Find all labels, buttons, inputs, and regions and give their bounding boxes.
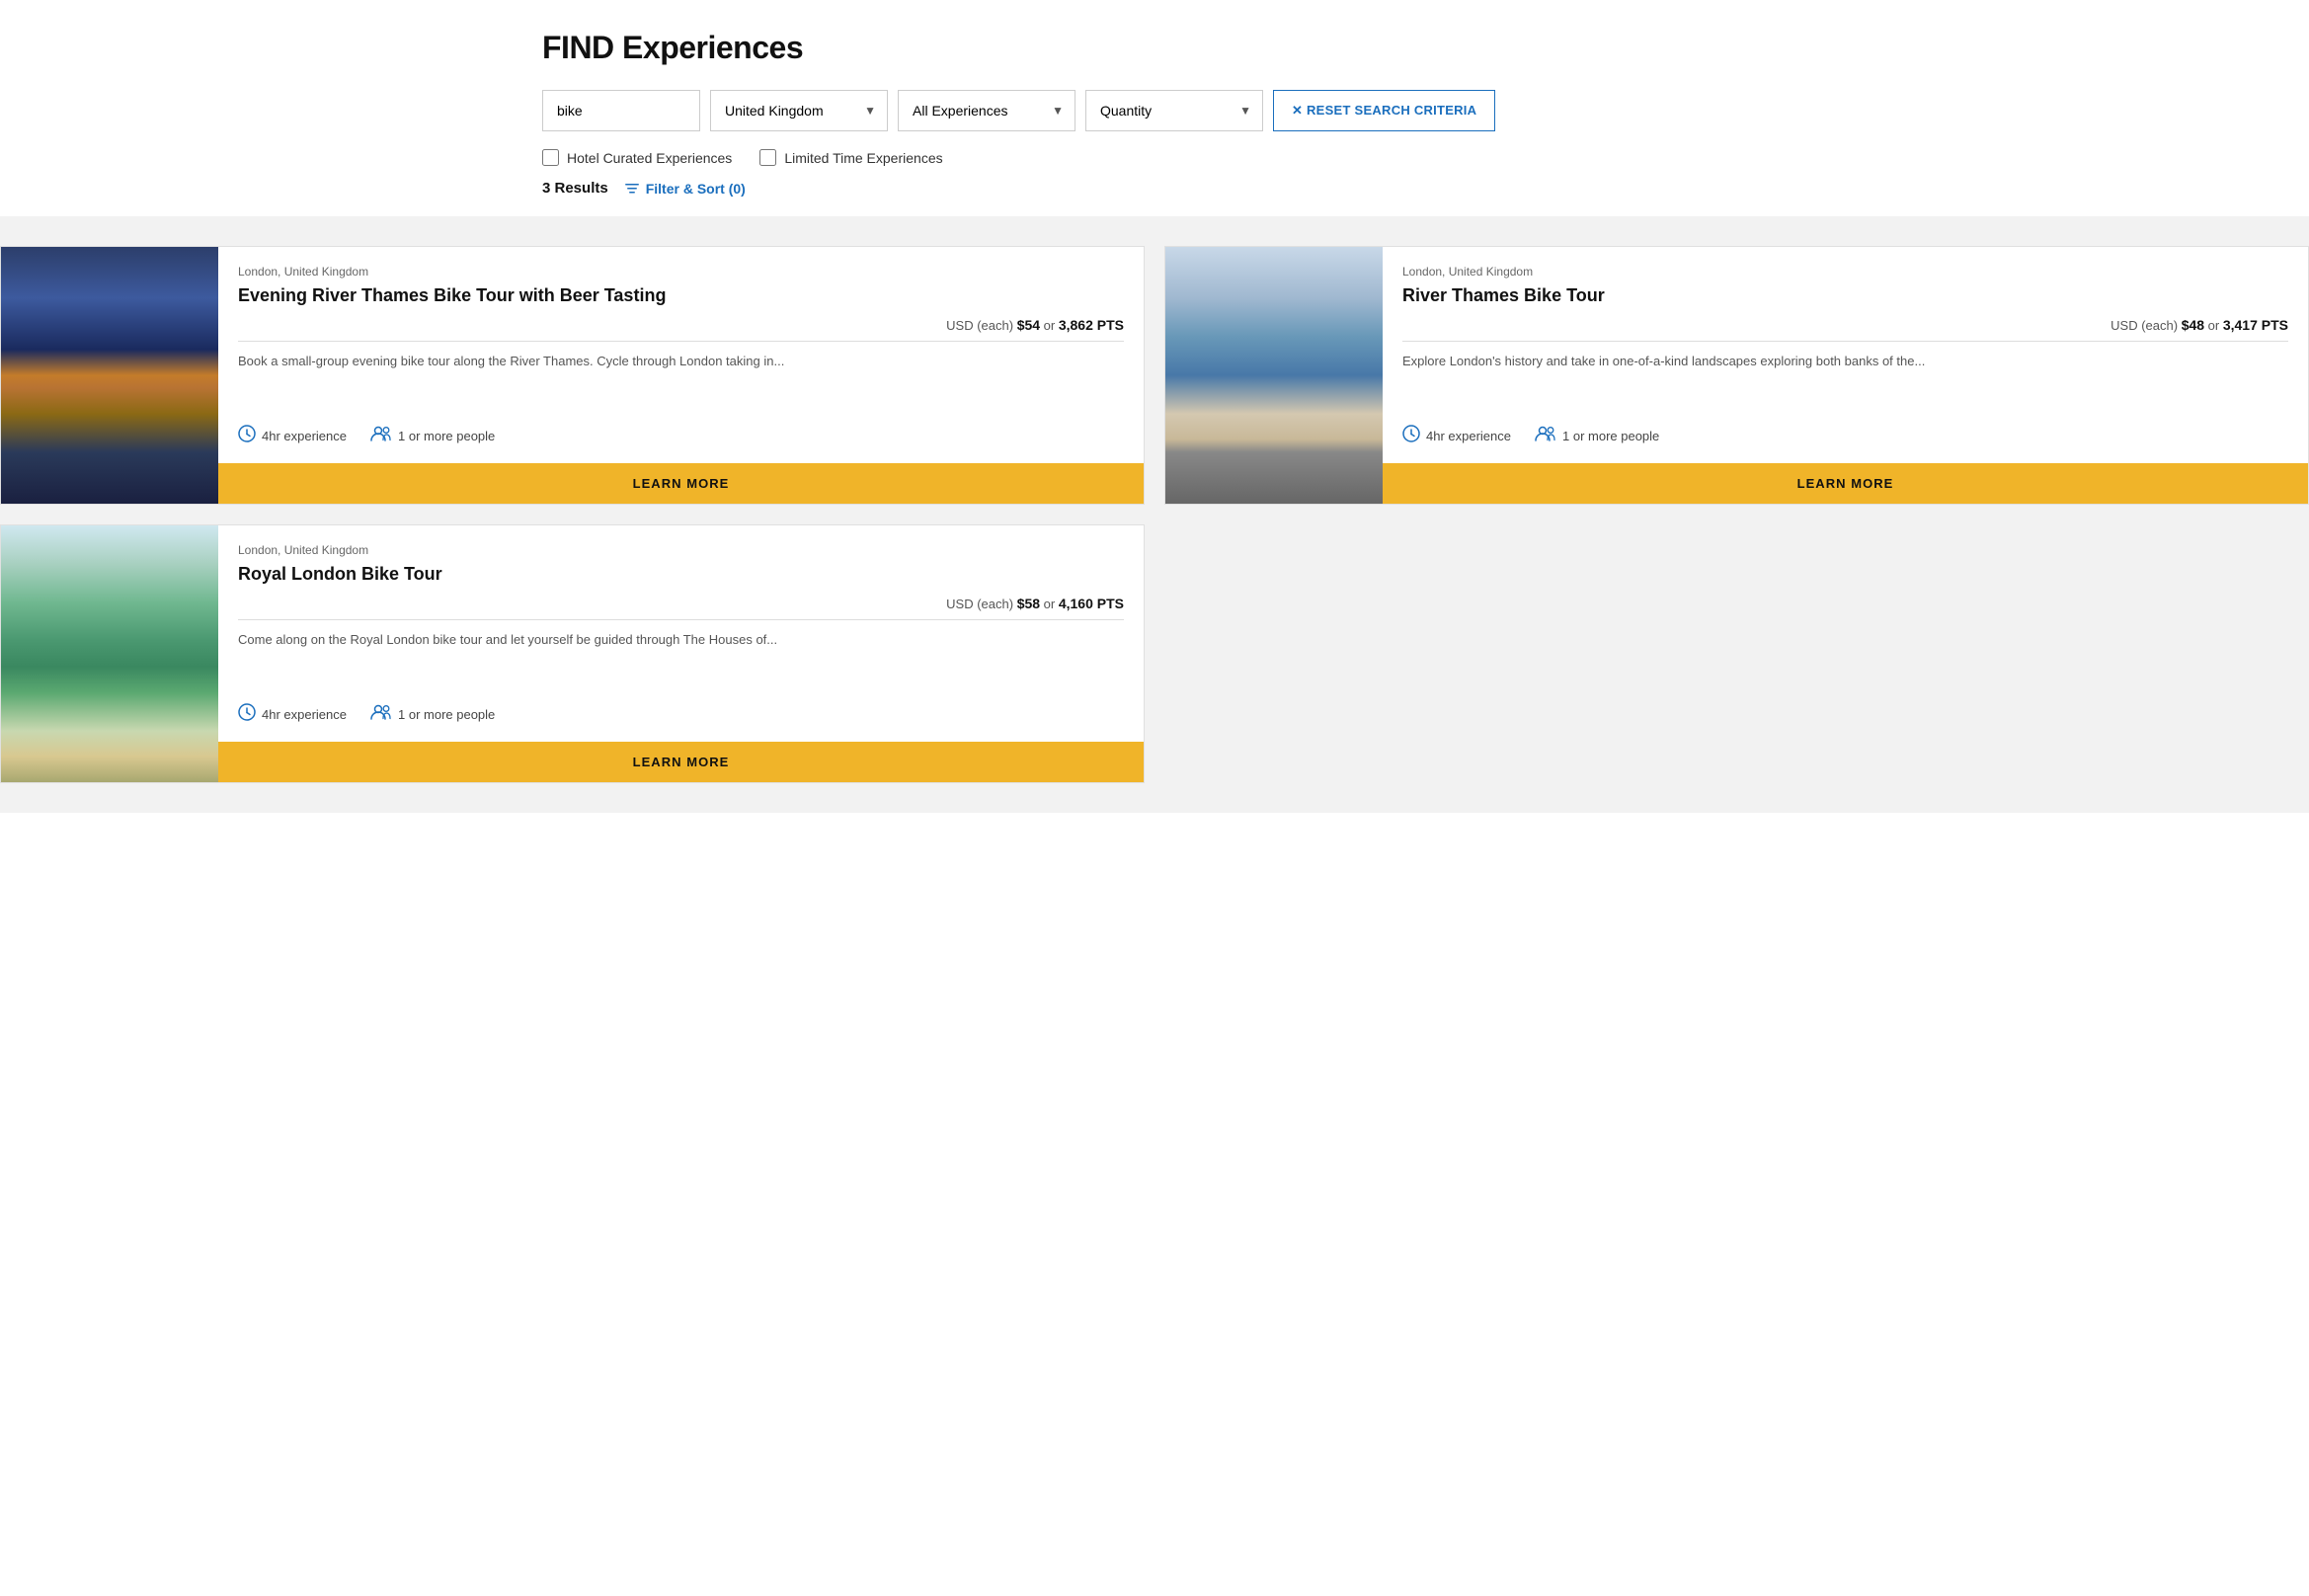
people-icon-2: [1535, 426, 1556, 446]
experience-type-select-wrapper: All Experiences Hotel Curated Limited Ti…: [898, 90, 1075, 131]
people-icon-1: [370, 426, 392, 446]
results-grid-area: London, United Kingdom Evening River Tha…: [0, 216, 2309, 813]
learn-more-button-1[interactable]: LEARN MORE: [218, 463, 1144, 504]
card-2: London, United Kingdom River Thames Bike…: [1164, 246, 2309, 505]
limited-time-filter[interactable]: Limited Time Experiences: [759, 149, 942, 166]
card-description-1: Book a small-group evening bike tour alo…: [238, 352, 1124, 411]
card-content-1: London, United Kingdom Evening River Tha…: [218, 247, 1144, 504]
quantity-select[interactable]: Quantity 1 2 3 4+: [1085, 90, 1263, 131]
card-content-2: London, United Kingdom River Thames Bike…: [1383, 247, 2308, 504]
card-divider-1: [238, 341, 1124, 342]
filters-row: Hotel Curated Experiences Limited Time E…: [542, 149, 1767, 166]
card-location-3: London, United Kingdom: [238, 543, 1124, 557]
card-price-1: USD (each) $54 or 3,862 PTS: [238, 317, 1124, 333]
card-duration-2: 4hr experience: [1402, 425, 1511, 447]
experience-type-select[interactable]: All Experiences Hotel Curated Limited Ti…: [898, 90, 1075, 131]
card-meta-2: 4hr experience 1 or more people: [1402, 425, 2288, 447]
hotel-curated-filter[interactable]: Hotel Curated Experiences: [542, 149, 732, 166]
card-duration-text-2: 4hr experience: [1426, 429, 1511, 443]
clock-icon-3: [238, 703, 256, 726]
card-title-2: River Thames Bike Tour: [1402, 284, 2288, 307]
learn-more-button-2[interactable]: LEARN MORE: [1383, 463, 2308, 504]
card-image-2: [1165, 247, 1383, 504]
card-duration-text-3: 4hr experience: [262, 707, 347, 722]
card-3: London, United Kingdom Royal London Bike…: [0, 524, 1145, 783]
card-divider-2: [1402, 341, 2288, 342]
card-people-text-1: 1 or more people: [398, 429, 495, 443]
card-1: London, United Kingdom Evening River Tha…: [0, 246, 1145, 505]
card-duration-3: 4hr experience: [238, 703, 347, 726]
hotel-curated-checkbox[interactable]: [542, 149, 559, 166]
reset-search-button[interactable]: ✕ RESET SEARCH CRITERIA: [1273, 90, 1495, 131]
learn-more-button-3[interactable]: LEARN MORE: [218, 742, 1144, 782]
card-people-1: 1 or more people: [370, 426, 495, 446]
card-price-or-3: or: [1044, 597, 1059, 611]
card-duration-1: 4hr experience: [238, 425, 347, 447]
search-input[interactable]: [542, 90, 700, 131]
card-price-amount-2: $48: [2182, 317, 2204, 333]
card-pts-2: 3,417 PTS: [2223, 317, 2288, 333]
limited-time-checkbox[interactable]: [759, 149, 776, 166]
filter-sort-label: Filter & Sort (0): [646, 181, 746, 197]
card-content-3: London, United Kingdom Royal London Bike…: [218, 525, 1144, 782]
card-description-3: Come along on the Royal London bike tour…: [238, 630, 1124, 689]
clock-icon-1: [238, 425, 256, 447]
card-title-3: Royal London Bike Tour: [238, 563, 1124, 586]
card-duration-text-1: 4hr experience: [262, 429, 347, 443]
card-price-2: USD (each) $48 or 3,417 PTS: [1402, 317, 2288, 333]
card-image-1: [1, 247, 218, 504]
card-pts-3: 4,160 PTS: [1059, 596, 1124, 611]
card-people-text-3: 1 or more people: [398, 707, 495, 722]
hotel-curated-label: Hotel Curated Experiences: [567, 150, 732, 166]
card-price-amount-1: $54: [1017, 317, 1040, 333]
card-price-or-1: or: [1044, 318, 1059, 333]
card-divider-3: [238, 619, 1124, 620]
quantity-select-wrapper: Quantity 1 2 3 4+ ▼: [1085, 90, 1263, 131]
card-image-3: [1, 525, 218, 782]
card-price-or-2: or: [2208, 318, 2223, 333]
filter-sort-button[interactable]: Filter & Sort (0): [624, 181, 746, 197]
card-title-1: Evening River Thames Bike Tour with Beer…: [238, 284, 1124, 307]
results-count: 3 Results: [542, 180, 608, 197]
card-price-amount-3: $58: [1017, 596, 1040, 611]
card-meta-3: 4hr experience 1 or more people: [238, 703, 1124, 726]
results-row: 3 Results Filter & Sort (0): [542, 180, 1767, 197]
card-location-2: London, United Kingdom: [1402, 265, 2288, 279]
search-bar: United Kingdom United States France Germ…: [542, 90, 1767, 131]
card-price-3: USD (each) $58 or 4,160 PTS: [238, 596, 1124, 611]
clock-icon-2: [1402, 425, 1420, 447]
card-pts-1: 3,862 PTS: [1059, 317, 1124, 333]
page-title: FIND Experiences: [542, 30, 1767, 66]
card-people-2: 1 or more people: [1535, 426, 1659, 446]
card-description-2: Explore London's history and take in one…: [1402, 352, 2288, 411]
filter-sort-icon: [624, 181, 640, 197]
results-grid: London, United Kingdom Evening River Tha…: [0, 246, 2309, 783]
card-people-3: 1 or more people: [370, 704, 495, 725]
card-price-label-3: USD (each): [946, 597, 1017, 611]
country-select[interactable]: United Kingdom United States France Germ…: [710, 90, 888, 131]
people-icon-3: [370, 704, 392, 725]
card-price-label-2: USD (each): [2110, 318, 2182, 333]
limited-time-label: Limited Time Experiences: [784, 150, 942, 166]
card-price-label-1: USD (each): [946, 318, 1017, 333]
card-meta-1: 4hr experience 1 or more people: [238, 425, 1124, 447]
card-people-text-2: 1 or more people: [1562, 429, 1659, 443]
country-select-wrapper: United Kingdom United States France Germ…: [710, 90, 888, 131]
card-location-1: London, United Kingdom: [238, 265, 1124, 279]
